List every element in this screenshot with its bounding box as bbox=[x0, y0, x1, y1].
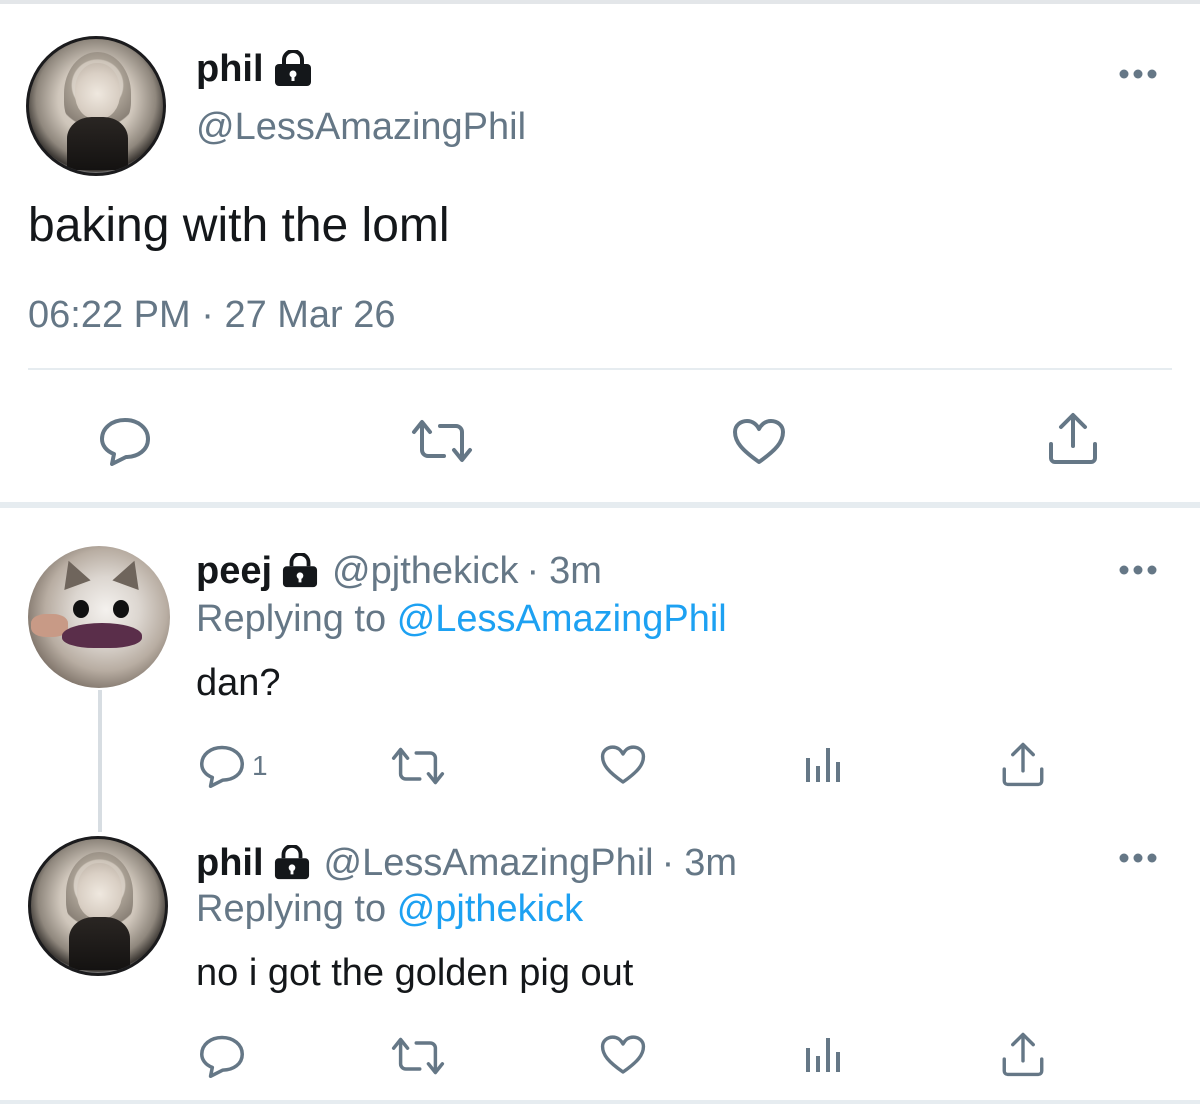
reply-age: 3m bbox=[684, 841, 738, 884]
reply-author-row[interactable]: phil @LessAmazingPhil · 3m bbox=[196, 840, 737, 886]
reply-age: 3m bbox=[549, 549, 602, 592]
reply-button[interactable] bbox=[98, 416, 152, 466]
retweet-icon bbox=[391, 1037, 445, 1075]
bottom-border bbox=[0, 1100, 1200, 1104]
tweet-time: 06:22 PM bbox=[28, 294, 191, 336]
heart-icon bbox=[600, 745, 646, 784]
author-name-row[interactable]: phil bbox=[196, 46, 314, 92]
share-icon bbox=[1049, 413, 1097, 464]
author-handle: @LessAmazingPhil bbox=[323, 841, 654, 884]
meta-separator: · bbox=[661, 841, 675, 884]
heart-icon bbox=[733, 419, 785, 464]
analytics-icon bbox=[806, 748, 840, 782]
more-icon[interactable] bbox=[1118, 68, 1158, 80]
display-name: peej bbox=[196, 549, 273, 592]
more-icon[interactable] bbox=[1118, 852, 1158, 864]
author-handle[interactable]: @LessAmazingPhil bbox=[196, 106, 526, 149]
more-icon[interactable] bbox=[1118, 564, 1158, 576]
divider bbox=[28, 368, 1172, 370]
thread-line bbox=[98, 690, 102, 832]
share-button[interactable] bbox=[1000, 1030, 1046, 1078]
avatar[interactable] bbox=[28, 836, 168, 976]
reply-count: 1 bbox=[252, 750, 268, 781]
tweet-date: 27 Mar 26 bbox=[224, 294, 396, 336]
replying-mention[interactable]: @LessAmazingPhil bbox=[397, 598, 727, 640]
replying-prefix: Replying to bbox=[196, 888, 387, 930]
retweet-icon bbox=[412, 420, 472, 462]
like-button[interactable] bbox=[600, 1034, 646, 1076]
retweet-icon bbox=[391, 747, 445, 785]
retweet-button[interactable] bbox=[390, 746, 446, 786]
meta-separator: · bbox=[201, 294, 214, 336]
avatar-body bbox=[68, 916, 131, 971]
lock-icon bbox=[280, 553, 320, 589]
lock-icon bbox=[272, 845, 312, 881]
meta-separator: · bbox=[526, 549, 540, 592]
avatar[interactable] bbox=[26, 36, 166, 176]
avatar-mustache bbox=[62, 622, 142, 649]
tweet-timestamp[interactable]: 06:22 PM · 27 Mar 26 bbox=[28, 290, 396, 340]
avatar-cat-ear bbox=[55, 556, 91, 591]
avatar[interactable] bbox=[28, 546, 170, 688]
section-separator bbox=[0, 502, 1200, 508]
reply-author-row[interactable]: peej @pjthekick · 3m bbox=[196, 548, 602, 594]
like-button[interactable] bbox=[600, 744, 646, 786]
reply-icon bbox=[200, 1035, 244, 1078]
reply-text: dan? bbox=[196, 662, 281, 704]
replying-to: Replying to @pjthekick bbox=[196, 886, 583, 932]
main-tweet: phil @LessAmazingPhil baking with the lo… bbox=[0, 4, 1200, 504]
display-name: phil bbox=[196, 841, 264, 884]
reply-icon bbox=[200, 745, 244, 788]
reply-button[interactable]: 1 bbox=[198, 744, 268, 788]
analytics-button[interactable] bbox=[802, 1034, 842, 1074]
share-button[interactable] bbox=[1000, 740, 1046, 788]
display-name: phil bbox=[196, 47, 264, 90]
share-button[interactable] bbox=[1046, 410, 1100, 466]
avatar-cat-eye bbox=[73, 599, 90, 618]
share-icon bbox=[1002, 742, 1044, 787]
avatar-body bbox=[66, 116, 129, 171]
analytics-icon bbox=[806, 1038, 840, 1072]
replying-mention[interactable]: @pjthekick bbox=[397, 888, 583, 930]
tweet-text: baking with the loml bbox=[28, 199, 450, 252]
analytics-button[interactable] bbox=[802, 744, 842, 784]
heart-icon bbox=[600, 1035, 646, 1074]
avatar-cat-ear bbox=[112, 556, 148, 591]
avatar-cat-eye bbox=[113, 599, 130, 618]
retweet-button[interactable] bbox=[390, 1036, 446, 1076]
retweet-button[interactable] bbox=[410, 418, 474, 464]
lock-icon bbox=[272, 50, 314, 88]
replying-prefix: Replying to bbox=[196, 598, 387, 640]
reply-text: no i got the golden pig out bbox=[196, 952, 634, 994]
share-icon bbox=[1002, 1032, 1044, 1077]
reply-button[interactable] bbox=[198, 1034, 246, 1078]
author-handle: @pjthekick bbox=[332, 549, 519, 592]
like-button[interactable] bbox=[732, 418, 786, 466]
reply-icon bbox=[100, 418, 150, 466]
avatar-face bbox=[74, 63, 121, 120]
replying-to: Replying to @LessAmazingPhil bbox=[196, 596, 727, 642]
avatar-face bbox=[76, 863, 123, 920]
